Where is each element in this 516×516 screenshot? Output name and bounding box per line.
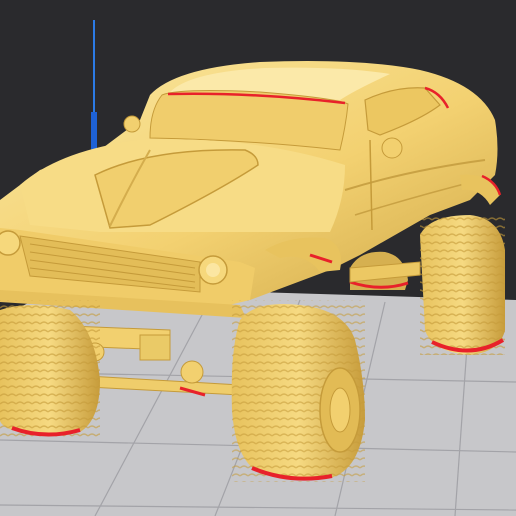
left-mirror	[123, 115, 141, 133]
rear-right-tire	[420, 215, 505, 355]
scene-canvas[interactable]	[0, 0, 516, 516]
left-headlight	[0, 230, 21, 256]
right-mirror	[381, 137, 403, 159]
front-left-tire	[0, 300, 100, 440]
front-right-tire	[231, 300, 365, 482]
3d-viewport[interactable]	[0, 0, 516, 516]
